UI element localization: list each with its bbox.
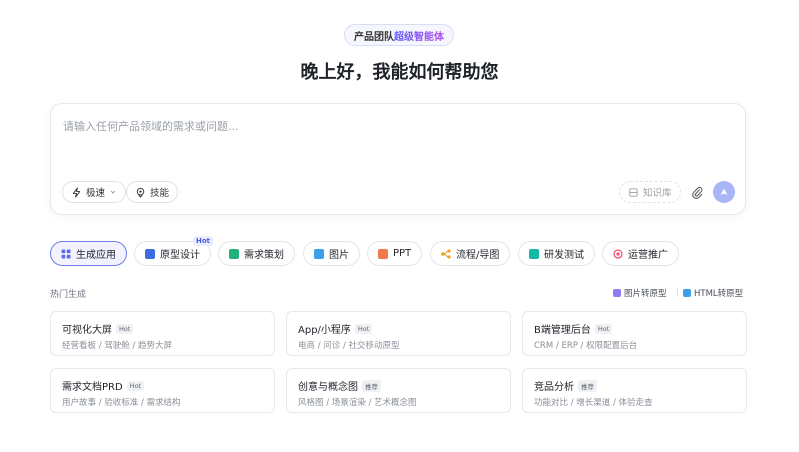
tab-flowchart[interactable]: 流程/导图 [430, 241, 511, 266]
image-icon [613, 289, 621, 297]
card-title-row: 竞品分析 推荐 [534, 378, 597, 393]
knowledge-base-label: 知识库 [643, 188, 672, 199]
tab-image[interactable]: 图片 [303, 241, 360, 266]
card-competitor-analysis[interactable]: 竞品分析 推荐 功能对比 / 增长渠道 / 体验走查 [522, 368, 747, 413]
image-icon [314, 248, 324, 259]
knowledge-base-button[interactable]: 知识库 [619, 181, 681, 203]
hot-section-label: 热门生成 [50, 290, 87, 300]
divider [677, 288, 678, 297]
tab-label: 研发测试 [544, 250, 584, 261]
ppt-icon [378, 248, 388, 259]
card-title-row: 可视化大屏 Hot [62, 321, 134, 336]
prompt-card: 极速 技能 知识库 [50, 103, 746, 215]
card-prd[interactable]: 需求文档PRD Hot 用户故事 / 验收标准 / 需求结构 [50, 368, 275, 413]
card-title: 可视化大屏 [62, 325, 112, 336]
chevron-down-icon [110, 190, 116, 194]
tab-dev-test[interactable]: 研发测试 [518, 241, 595, 266]
tab-requirements[interactable]: 需求策划 [218, 241, 295, 266]
html-to-prototype-label: HTML转原型 [694, 289, 744, 299]
badge-prefix: 产品团队 [354, 31, 394, 43]
skill-label: 技能 [150, 188, 170, 199]
card-title: 创意与概念图 [298, 382, 358, 393]
send-button[interactable] [713, 181, 735, 203]
card-b-admin[interactable]: B端管理后台 Hot CRM / ERP / 权限配置后台 [522, 311, 747, 356]
card-tag: Hot [354, 323, 373, 334]
code-icon [529, 248, 539, 259]
card-tag: 推荐 [578, 379, 597, 392]
target-icon [613, 248, 623, 259]
database-icon [629, 187, 638, 197]
html-icon [683, 289, 691, 297]
tab-ppt[interactable]: PPT [367, 241, 423, 266]
card-tag: Hot [594, 323, 613, 334]
card-concept-art[interactable]: 创意与概念图 推荐 风格图 / 场景渲染 / 艺术概念图 [286, 368, 511, 413]
card-desc: 经营看板 / 驾驶舱 / 趋势大屏 [62, 341, 173, 351]
card-desc: 电商 / 问诊 / 社交移动原型 [298, 341, 400, 351]
send-arrow-icon [720, 188, 728, 195]
card-desc: 风格图 / 场景渲染 / 艺术概念图 [298, 398, 417, 408]
tab-label: 流程/导图 [456, 250, 500, 261]
card-title: 竞品分析 [534, 382, 574, 393]
card-desc: 用户故事 / 验收标准 / 需求结构 [62, 398, 181, 408]
grid-icon [61, 249, 71, 258]
html-to-prototype-link[interactable]: HTML转原型 [683, 287, 743, 299]
attach-button[interactable] [687, 182, 707, 202]
badge-accent: 超级智能体 [394, 28, 444, 43]
tab-label: PPT [393, 248, 412, 259]
greeting-title: 晚上好，我能如何帮助您 [300, 62, 499, 83]
card-title: B端管理后台 [534, 325, 591, 336]
card-desc: 功能对比 / 增长渠道 / 体验走查 [534, 398, 653, 408]
team-badge: 产品团队 超级智能体 [344, 24, 454, 46]
card-app-miniprogram[interactable]: App/小程序 Hot 电商 / 问诊 / 社交移动原型 [286, 311, 511, 356]
speed-mode-button[interactable]: 极速 [62, 181, 127, 203]
tab-label: 需求策划 [244, 250, 284, 261]
lightning-icon [72, 186, 81, 198]
tab-label: 生成应用 [76, 250, 116, 261]
card-tag: Hot [126, 380, 145, 391]
flowchart-icon [441, 248, 451, 259]
tab-label: 图片 [329, 250, 349, 261]
tab-label: 原型设计 [160, 250, 200, 261]
speed-mode-label: 极速 [86, 188, 106, 199]
tab-label: 运营推广 [628, 250, 668, 261]
card-title: 需求文档PRD [62, 382, 123, 393]
card-tag: 推荐 [362, 379, 381, 392]
card-tag: Hot [116, 323, 134, 334]
card-title-row: App/小程序 Hot [298, 321, 373, 336]
card-title-row: 创意与概念图 推荐 [298, 378, 381, 393]
hot-tag: Hot [193, 236, 214, 246]
tab-generate-app[interactable]: 生成应用 [50, 241, 127, 266]
prompt-input[interactable] [63, 116, 723, 136]
paperclip-icon [691, 186, 702, 199]
tab-marketing[interactable]: 运营推广 [602, 241, 679, 266]
skill-button[interactable]: 技能 [126, 181, 179, 203]
doc-icon [229, 248, 239, 259]
layout-icon [145, 248, 155, 259]
image-to-prototype-label: 图片转原型 [624, 289, 667, 299]
image-to-prototype-link[interactable]: 图片转原型 [613, 287, 667, 299]
card-title-row: B端管理后台 Hot [534, 321, 613, 336]
card-title-row: 需求文档PRD Hot [62, 378, 145, 393]
card-title: App/小程序 [298, 325, 351, 336]
card-visual-dashboard[interactable]: 可视化大屏 Hot 经营看板 / 驾驶舱 / 趋势大屏 [50, 311, 275, 356]
card-desc: CRM / ERP / 权限配置后台 [534, 341, 638, 351]
skill-icon [136, 187, 145, 198]
